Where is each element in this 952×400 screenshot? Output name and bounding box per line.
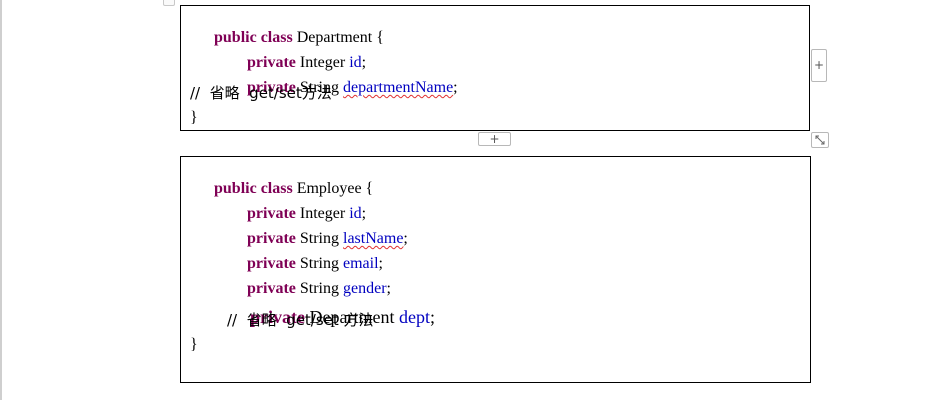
- add-column-button[interactable]: +: [811, 49, 827, 82]
- employee-closing-brace: }: [190, 336, 198, 353]
- employee-comment: // 省略 get/set 方法: [227, 311, 374, 329]
- department-comment: // 省略 get/set方法: [190, 84, 332, 102]
- department-closing-brace: }: [190, 109, 198, 126]
- document-page: public class Department { private Intege…: [0, 0, 952, 400]
- employee-code-table[interactable]: public class Employee { private Integer …: [180, 156, 811, 383]
- department-code-table[interactable]: public class Department { private Intege…: [180, 5, 810, 131]
- page-left-border: [0, 0, 2, 400]
- table-resize-button[interactable]: [811, 132, 829, 148]
- add-row-button[interactable]: +: [478, 132, 511, 146]
- table-anchor-handle[interactable]: [163, 0, 175, 6]
- diagonal-resize-icon: [815, 135, 825, 145]
